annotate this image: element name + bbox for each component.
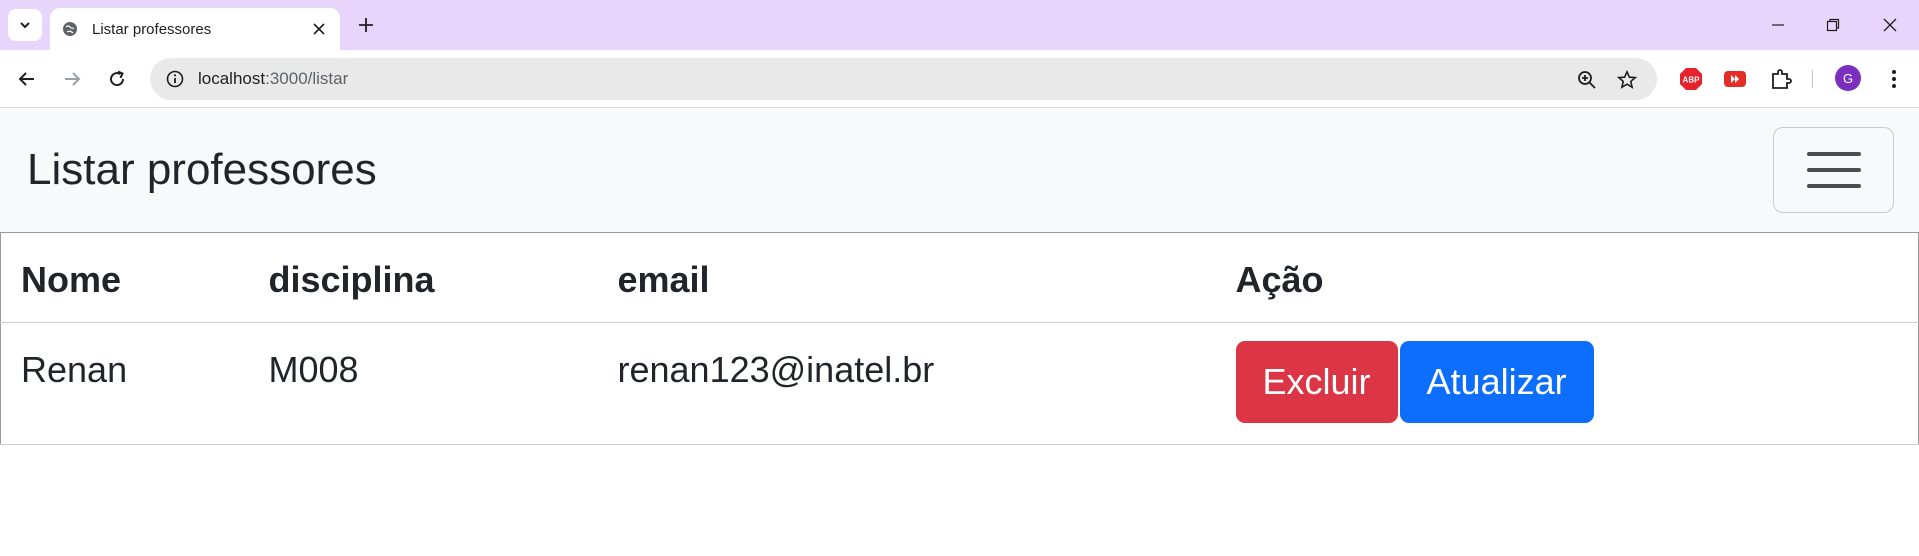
zoom-icon[interactable]: [1575, 68, 1599, 92]
globe-icon: [63, 22, 77, 36]
cell-nome: Renan: [0, 322, 249, 445]
column-header-email: email: [597, 232, 1218, 323]
column-header-disciplina: disciplina: [248, 232, 598, 323]
url-text[interactable]: localhost:3000/listar: [198, 69, 348, 89]
url-path: :3000/listar: [265, 69, 349, 88]
address-bar[interactable]: localhost:3000/listar: [150, 58, 1657, 100]
browser-tab-active[interactable]: Listar professores: [50, 8, 340, 50]
forward-button[interactable]: [57, 64, 87, 94]
browser-tabstrip: Listar professores: [0, 0, 1919, 50]
minimize-icon: [1772, 24, 1784, 26]
chevron-down-icon: [20, 22, 30, 29]
close-icon: [1883, 18, 1897, 32]
professors-table-wrapper: Nome disciplina email Ação Renan M008 re…: [0, 232, 1919, 445]
extensions-puzzle-icon[interactable]: [1767, 65, 1795, 93]
page-title: Listar professores: [27, 145, 377, 194]
tab-title: Listar professores: [92, 20, 212, 38]
site-info-icon[interactable]: [164, 68, 186, 90]
table-header-row: Nome disciplina email Ação: [0, 232, 1919, 323]
hamburger-icon-bar: [1806, 152, 1861, 156]
column-header-nome: Nome: [0, 232, 249, 323]
profile-avatar[interactable]: G: [1835, 65, 1861, 91]
column-header-acao: Ação: [1217, 232, 1919, 323]
bookmark-star-icon[interactable]: [1615, 68, 1639, 92]
close-window-button[interactable]: [1875, 10, 1905, 40]
reload-icon: [110, 70, 125, 87]
restore-button[interactable]: [1818, 10, 1848, 40]
professors-table: Nome disciplina email Ação Renan M008 re…: [0, 232, 1919, 445]
browser-toolbar: localhost:3000/listar ABP G: [0, 50, 1919, 108]
url-host: localhost: [198, 69, 266, 88]
cell-email: renan123@inatel.br: [597, 322, 1218, 445]
hamburger-icon-bar: [1806, 168, 1861, 172]
restore-icon: [1826, 18, 1840, 32]
svg-text:ABP: ABP: [1683, 76, 1701, 85]
navbar-toggler-button[interactable]: [1773, 127, 1894, 213]
tab-close-icon[interactable]: [310, 20, 328, 38]
delete-button[interactable]: Excluir: [1235, 341, 1398, 423]
kebab-menu-icon[interactable]: [1880, 65, 1908, 93]
minimize-button[interactable]: [1763, 10, 1793, 40]
new-tab-button[interactable]: [352, 11, 380, 39]
cell-disciplina: M008: [248, 322, 598, 445]
adblock-plus-icon[interactable]: ABP: [1677, 65, 1705, 93]
cell-actions: Excluir Atualizar: [1217, 322, 1919, 445]
youtube-extension-icon[interactable]: [1721, 65, 1749, 93]
plus-icon: [359, 18, 373, 32]
update-button[interactable]: Atualizar: [1399, 341, 1594, 423]
toolbar-separator: [1812, 70, 1813, 88]
tab-search-button[interactable]: [8, 9, 42, 41]
back-button[interactable]: [12, 64, 42, 94]
arrow-right-icon: [65, 72, 81, 86]
hamburger-icon-bar: [1806, 184, 1861, 188]
arrow-left-icon: [18, 72, 34, 86]
table-row: Renan M008 renan123@inatel.br Excluir Atu…: [0, 322, 1919, 445]
page-navbar: Listar professores: [0, 109, 1919, 233]
reload-button[interactable]: [102, 64, 132, 94]
